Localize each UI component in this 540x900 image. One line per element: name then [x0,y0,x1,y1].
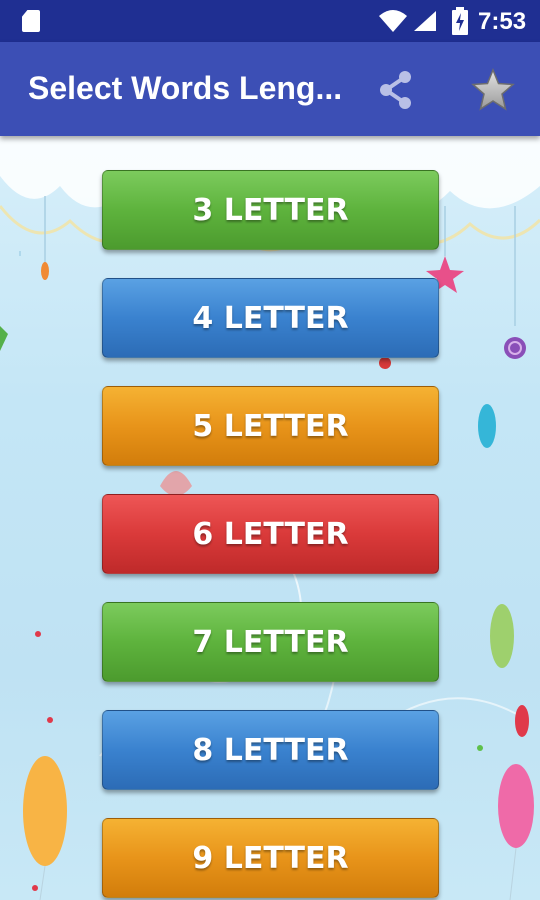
page-title: Select Words Leng... [28,70,343,106]
eight-letter-button[interactable]: 8 LETTER [102,710,439,790]
star-icon[interactable] [470,68,516,112]
app-bar: Select Words Leng... [0,42,540,136]
battery-charging-icon [452,7,468,35]
sd-card-icon [22,10,40,32]
share-icon[interactable] [374,68,418,112]
four-letter-button[interactable]: 4 LETTER [102,278,439,358]
five-letter-button[interactable]: 5 LETTER [102,386,439,466]
wifi-icon [379,10,407,32]
status-bar: 7:53 [0,0,540,42]
three-letter-button[interactable]: 3 LETTER [102,170,439,250]
seven-letter-button[interactable]: 7 LETTER [102,602,439,682]
signal-icon [414,11,436,31]
nine-letter-button[interactable]: 9 LETTER [102,818,439,898]
status-time: 7:53 [478,8,527,35]
six-letter-button[interactable]: 6 LETTER [102,494,439,574]
